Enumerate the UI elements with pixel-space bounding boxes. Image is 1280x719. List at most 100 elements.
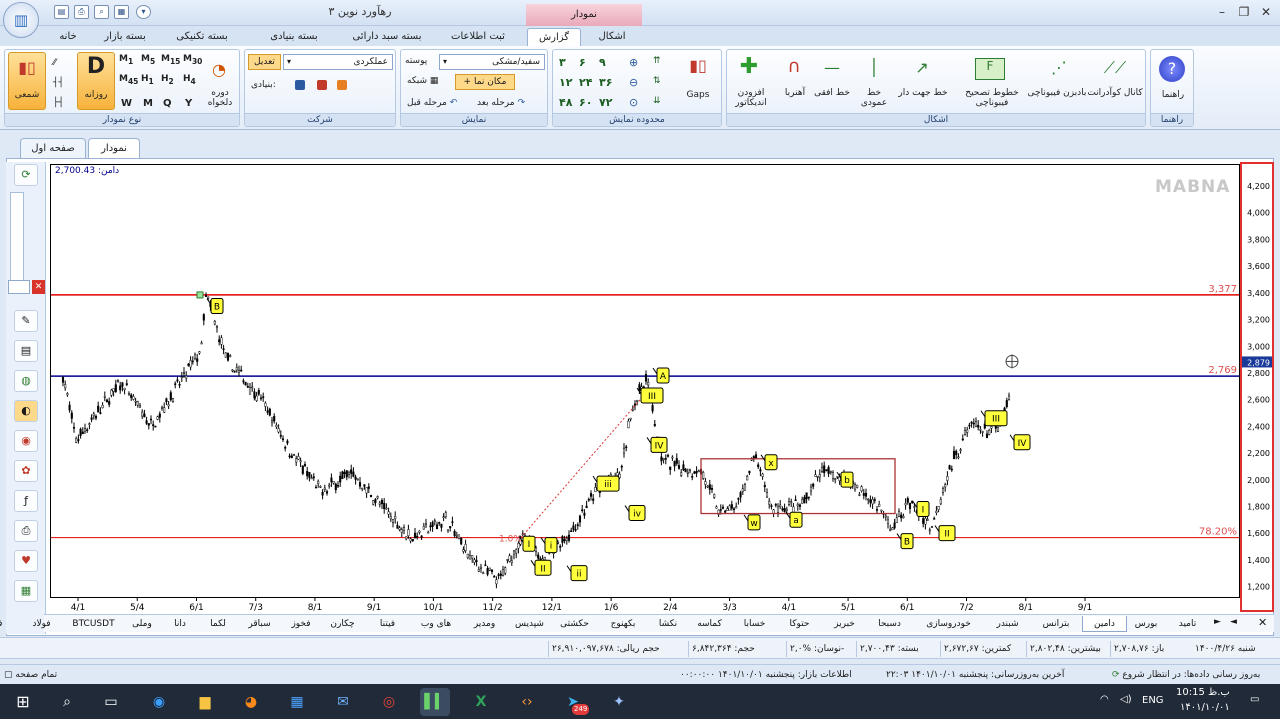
close-icon[interactable]: ✕ bbox=[1256, 3, 1276, 21]
symbol-tab[interactable]: فولاد bbox=[19, 616, 64, 632]
minute-1[interactable]: M1 bbox=[119, 54, 133, 66]
fund-icon-2[interactable] bbox=[317, 80, 327, 90]
range-6[interactable]: ۶ bbox=[579, 56, 586, 69]
hour-2[interactable]: H2 bbox=[161, 74, 174, 86]
minimize-icon[interactable]: – bbox=[1212, 3, 1232, 21]
formula-icon[interactable]: ƒ bbox=[14, 490, 38, 512]
hour-1[interactable]: H1 bbox=[141, 74, 154, 86]
quadrant-channel-icon[interactable]: ⟋⟋ bbox=[1093, 58, 1137, 78]
help-icon[interactable]: ? bbox=[1159, 56, 1185, 82]
edge-icon[interactable]: ◉ bbox=[144, 688, 174, 716]
fib-fan-label[interactable]: بادبزن فیبوناچی bbox=[1027, 88, 1087, 98]
symbol-tab[interactable]: شبندر bbox=[985, 616, 1030, 632]
app-logo-icon[interactable]: ▥ bbox=[3, 2, 39, 38]
zoom-out-icon[interactable]: ⊖ bbox=[629, 76, 638, 89]
period-y[interactable]: Y bbox=[185, 98, 192, 109]
symbol-tab[interactable]: دامین bbox=[1082, 616, 1127, 632]
minute-5[interactable]: M5 bbox=[141, 54, 155, 66]
vscode-icon[interactable]: ‹› bbox=[512, 688, 542, 716]
cursor-button[interactable]: + مکان نما bbox=[455, 74, 515, 90]
horizontal-line-icon[interactable]: — bbox=[817, 58, 847, 77]
file-explorer-icon[interactable]: ▆ bbox=[190, 688, 220, 716]
scroll-right-icon[interactable]: ► bbox=[1214, 617, 1221, 627]
range-24[interactable]: ۲۴ bbox=[579, 76, 592, 89]
scroll-mid-icon[interactable]: ⇅ bbox=[653, 76, 661, 86]
chart-plot[interactable]: دامن: 2,700.43 MABNA 3,377 2,769 78.20% 1.0… bbox=[50, 164, 1240, 598]
preview-icon[interactable]: ⌕ bbox=[94, 5, 109, 19]
symbol-tab[interactable]: فیتنا bbox=[365, 616, 410, 632]
symbol-tab[interactable]: حکشتی bbox=[552, 616, 597, 632]
symbol-tab[interactable]: لکما bbox=[199, 616, 237, 632]
magnet-label[interactable]: آهنربا bbox=[775, 88, 815, 98]
alert-icon[interactable]: ◉ bbox=[14, 430, 38, 452]
settings-icon[interactable]: ✿ bbox=[14, 460, 38, 482]
symbol-tab[interactable]: کماسه bbox=[687, 616, 732, 632]
tray-volume-icon[interactable]: ◁) bbox=[1120, 694, 1132, 705]
range-9[interactable]: ۹ bbox=[599, 56, 606, 69]
tab-portfolio[interactable]: بسته سبد دارائی bbox=[344, 28, 430, 46]
period-w[interactable]: W bbox=[121, 98, 132, 109]
horizontal-line-label[interactable]: خط افقی bbox=[811, 88, 853, 98]
tab-data-entry[interactable]: ثبت اطلاعات bbox=[440, 28, 516, 46]
vertical-line-label[interactable]: خط عمودی bbox=[853, 88, 895, 108]
custom-period-icon[interactable]: ◔ bbox=[205, 60, 233, 79]
zoom-in-icon[interactable]: ⊕ bbox=[629, 56, 638, 69]
zoom-fit-icon[interactable]: ⊙ bbox=[629, 96, 638, 109]
arrow-line-label[interactable]: خط جهت دار bbox=[893, 88, 953, 98]
fib-retracement-icon[interactable]: F bbox=[975, 58, 1005, 80]
symbol-tab[interactable]: تامید bbox=[1165, 616, 1210, 632]
symbol-tab[interactable]: BTCUSDT bbox=[64, 616, 123, 632]
symbol-search-input[interactable] bbox=[8, 280, 30, 294]
heart-icon[interactable]: ♥ bbox=[14, 550, 38, 572]
vertical-line-icon[interactable]: │ bbox=[861, 58, 887, 77]
note-icon[interactable]: ✎ bbox=[14, 310, 38, 332]
scroll-start-icon[interactable]: ⇈ bbox=[653, 56, 661, 66]
tab-chart-doc[interactable]: نمودار bbox=[88, 138, 140, 158]
chrome-icon[interactable]: ◎ bbox=[374, 688, 404, 716]
next-step-button[interactable]: مرحله بعد ↷ bbox=[477, 98, 525, 108]
windows-start-icon[interactable]: ⊞ bbox=[8, 688, 38, 716]
symbol-tab[interactable]: فخوز bbox=[282, 616, 320, 632]
tray-wifi-icon[interactable]: ◠ bbox=[1100, 694, 1109, 705]
tab-home[interactable]: خانه bbox=[42, 28, 94, 46]
tab-technical[interactable]: بسته تکنیکی bbox=[166, 28, 238, 46]
refresh-icon[interactable]: ⟳ bbox=[14, 164, 38, 186]
line-type-icon[interactable]: ⁄⁄ bbox=[53, 58, 56, 68]
symbol-tab[interactable]: خسابا bbox=[732, 616, 777, 632]
symbol-tab[interactable]: چکارن bbox=[320, 616, 365, 632]
symbol-tab[interactable]: های وب bbox=[410, 616, 462, 632]
clear-search-icon[interactable]: ✕ bbox=[32, 280, 45, 294]
range-36[interactable]: ۳۶ bbox=[599, 76, 612, 89]
symbol-tab[interactable]: وملی bbox=[123, 616, 161, 632]
scroll-left-icon[interactable]: ◄ bbox=[1230, 617, 1237, 627]
symbol-tab[interactable]: بورس bbox=[1127, 616, 1165, 632]
document-icon[interactable]: ▤ bbox=[14, 340, 38, 362]
symbol-tab[interactable]: بکهنوج bbox=[597, 616, 649, 632]
theme-select[interactable]: سفید/مشکی ▾ bbox=[439, 54, 545, 70]
grid-button[interactable]: شبکه ▦ bbox=[407, 76, 438, 86]
dropdown-icon[interactable]: ▾ bbox=[136, 5, 151, 19]
toolbar-scrollbar[interactable] bbox=[10, 192, 24, 284]
fib-fan-icon[interactable]: ⋰ bbox=[1037, 58, 1081, 77]
symbol-tab[interactable]: سباقر bbox=[237, 616, 282, 632]
tab-first-page[interactable]: صفحه اول bbox=[20, 138, 86, 158]
notifications-icon[interactable]: ▭ bbox=[1250, 694, 1259, 705]
gaps-label[interactable]: Gaps bbox=[683, 90, 713, 100]
minute-45[interactable]: M45 bbox=[119, 74, 138, 86]
symbol-tab[interactable]: بترانس bbox=[1030, 616, 1082, 632]
range-3[interactable]: ۳ bbox=[559, 56, 566, 69]
period-m[interactable]: M bbox=[143, 98, 153, 109]
add-indicator-icon[interactable]: ✚ bbox=[735, 54, 763, 79]
quadrant-channel-label[interactable]: کانال کوآدرانت bbox=[1085, 88, 1145, 98]
prev-step-button[interactable]: مرحله قبل ↶ bbox=[407, 98, 457, 108]
scroll-end-icon[interactable]: ⇊ bbox=[653, 96, 661, 106]
language-indicator[interactable]: ENG bbox=[1142, 695, 1164, 706]
firefox-icon[interactable]: ◕ bbox=[236, 688, 266, 716]
highlight-icon[interactable]: ◐ bbox=[14, 400, 38, 422]
close-tabs-icon[interactable]: ✕ bbox=[1258, 616, 1267, 629]
filter-icon[interactable]: ⎙ bbox=[14, 520, 38, 542]
minute-15[interactable]: M15 bbox=[161, 54, 180, 66]
minute-30[interactable]: M30 bbox=[183, 54, 202, 66]
add-indicator-label[interactable]: افزودن اندیکاتور bbox=[729, 88, 773, 108]
hour-4[interactable]: H4 bbox=[183, 74, 196, 86]
